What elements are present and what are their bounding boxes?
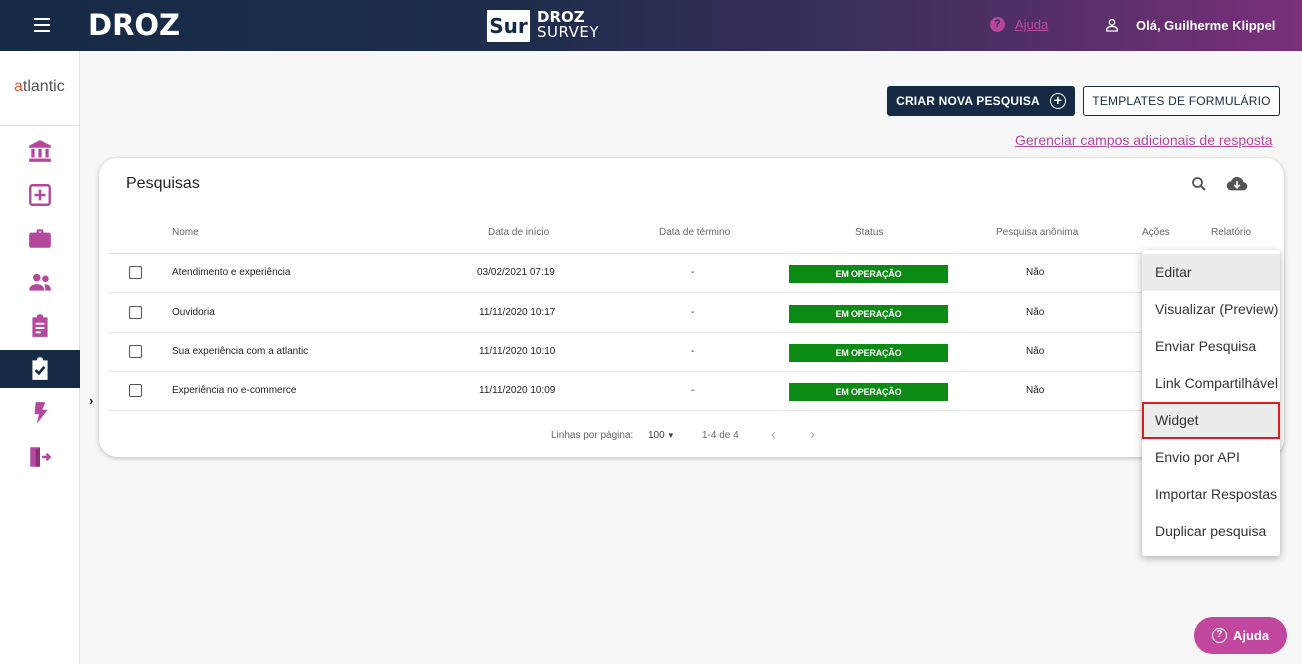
row-end: -: [691, 385, 695, 396]
product-logo-text: DROZ SURVEY: [537, 10, 599, 40]
sidebar-item-briefcase[interactable]: [0, 219, 80, 257]
manage-fields-link[interactable]: Gerenciar campos adicionais de resposta: [1015, 132, 1273, 148]
sidebar-item-add[interactable]: [0, 176, 80, 214]
status-badge: EM OPERAÇÃO: [789, 344, 948, 362]
row-anonymous: Não: [1026, 346, 1045, 357]
next-page-icon[interactable]: ›: [810, 426, 815, 443]
pagination-range: 1-4 de 4: [702, 430, 739, 441]
droz-logo: DROZ: [88, 8, 181, 42]
col-header-report: Relatório: [1211, 227, 1252, 238]
row-checkbox[interactable]: [129, 266, 142, 279]
col-header-anonymous[interactable]: Pesquisa anônima: [996, 227, 1078, 238]
table-row[interactable]: Sua experiência com a atlantic 11/11/202…: [108, 333, 1142, 372]
menu-item-preview[interactable]: Visualizar (Preview): [1142, 291, 1280, 328]
row-name: Experiência no e-commerce: [172, 385, 297, 396]
create-survey-button[interactable]: CRIAR NOVA PESQUISA +: [887, 86, 1075, 116]
actions-menu: Editar Visualizar (Preview) Enviar Pesqu…: [1142, 250, 1280, 556]
table-row[interactable]: Ouvidoria 11/11/2020 10:17 - EM OPERAÇÃO…: [108, 294, 1142, 333]
row-start: 11/11/2020 10:10: [479, 346, 556, 357]
row-start: 11/11/2020 10:09: [479, 385, 556, 396]
briefcase-icon: [29, 229, 51, 248]
row-end: -: [691, 267, 695, 278]
user-greeting: Olá, Guilherme Klippel: [1136, 17, 1276, 33]
status-badge: EM OPERAÇÃO: [789, 383, 948, 401]
bank-icon: [29, 140, 51, 162]
clipboard-icon: [32, 314, 48, 337]
add-box-icon: [29, 184, 51, 206]
hamburger-menu-icon[interactable]: [34, 18, 50, 32]
menu-item-edit[interactable]: Editar: [1142, 254, 1280, 291]
menu-item-widget[interactable]: Widget: [1142, 402, 1280, 439]
exit-door-icon: [30, 447, 52, 467]
sidebar-item-surveys[interactable]: [0, 350, 80, 388]
row-end: -: [691, 307, 695, 318]
sidebar: atlantic: [0, 51, 80, 664]
col-header-status[interactable]: Status: [855, 227, 883, 238]
sidebar-item-logout[interactable]: [0, 438, 80, 476]
row-start: 11/11/2020 10:17: [479, 307, 556, 318]
table-row[interactable]: Atendimento e experiência 03/02/2021 07:…: [108, 254, 1142, 293]
lightning-icon: [34, 402, 48, 424]
prev-page-icon[interactable]: ‹: [771, 426, 776, 443]
sidebar-item-people[interactable]: [0, 263, 80, 301]
people-icon: [29, 273, 51, 291]
sidebar-item-clipboard[interactable]: [0, 307, 80, 345]
search-icon[interactable]: [1190, 175, 1208, 193]
help-button-label: Ajuda: [1232, 628, 1270, 643]
status-badge: EM OPERAÇÃO: [789, 305, 948, 323]
menu-item-import[interactable]: Importar Respostas: [1142, 476, 1280, 513]
row-anonymous: Não: [1026, 307, 1045, 318]
row-start: 03/02/2021 07:19: [477, 267, 555, 278]
menu-item-api[interactable]: Envio por API: [1142, 439, 1280, 476]
row-name: Atendimento e experiência: [172, 267, 291, 278]
user-icon: [1106, 19, 1118, 32]
row-checkbox[interactable]: [129, 306, 142, 319]
table-row[interactable]: Experiência no e-commerce 11/11/2020 10:…: [108, 372, 1142, 411]
card-title: Pesquisas: [126, 175, 200, 192]
row-checkbox[interactable]: [129, 345, 142, 358]
sidebar-item-bank[interactable]: [0, 132, 80, 170]
help-button[interactable]: ? Ajuda: [1194, 617, 1287, 654]
rows-per-page-select[interactable]: 100 ▼: [648, 430, 675, 441]
user-menu[interactable]: Olá, Guilherme Klippel: [1104, 17, 1275, 33]
col-header-start[interactable]: Data de início: [488, 227, 549, 238]
help-link[interactable]: Ajuda: [1015, 17, 1048, 32]
help-circle-icon: ?: [990, 17, 1005, 32]
col-header-name[interactable]: Nome: [172, 227, 199, 238]
status-badge: EM OPERAÇÃO: [789, 265, 948, 283]
help-circle-icon: ?: [1211, 628, 1227, 643]
menu-item-share-link[interactable]: Link Compartilhável: [1142, 365, 1280, 402]
row-name: Sua experiência com a atlantic: [172, 346, 309, 357]
surveys-card: Pesquisas Nome Data de início Data de té…: [99, 158, 1284, 457]
create-survey-label: CRIAR NOVA PESQUISA: [896, 94, 1040, 108]
sidebar-item-automation[interactable]: [0, 394, 80, 432]
clipboard-check-icon: [32, 357, 48, 380]
cloud-download-icon[interactable]: [1226, 174, 1248, 194]
menu-item-send[interactable]: Enviar Pesquisa: [1142, 328, 1280, 365]
client-logo: atlantic: [14, 78, 65, 95]
templates-button[interactable]: TEMPLATES DE FORMULÁRIO: [1083, 86, 1280, 116]
help-link-group[interactable]: ? Ajuda: [990, 17, 1048, 32]
top-bar: DROZ Sur DROZ SURVEY ? Ajuda Olá, Guilhe…: [0, 0, 1302, 51]
sidebar-expand-chevron-icon[interactable]: ›: [89, 393, 93, 408]
col-header-actions: Ações: [1142, 227, 1170, 238]
dropdown-arrow-icon: ▼: [664, 431, 675, 440]
plus-circle-icon: +: [1049, 93, 1066, 109]
row-anonymous: Não: [1026, 267, 1045, 278]
col-header-end[interactable]: Data de término: [659, 227, 730, 238]
row-name: Ouvidoria: [172, 307, 215, 318]
sidebar-divider: [0, 125, 80, 126]
product-line-2: SURVEY: [537, 23, 600, 41]
sur-logo-badge: Sur: [487, 10, 530, 42]
row-checkbox[interactable]: [129, 384, 142, 397]
rows-per-page-label: Linhas por página:: [551, 430, 634, 441]
menu-item-duplicate[interactable]: Duplicar pesquisa: [1142, 513, 1280, 550]
row-end: -: [691, 346, 695, 357]
row-anonymous: Não: [1026, 385, 1045, 396]
